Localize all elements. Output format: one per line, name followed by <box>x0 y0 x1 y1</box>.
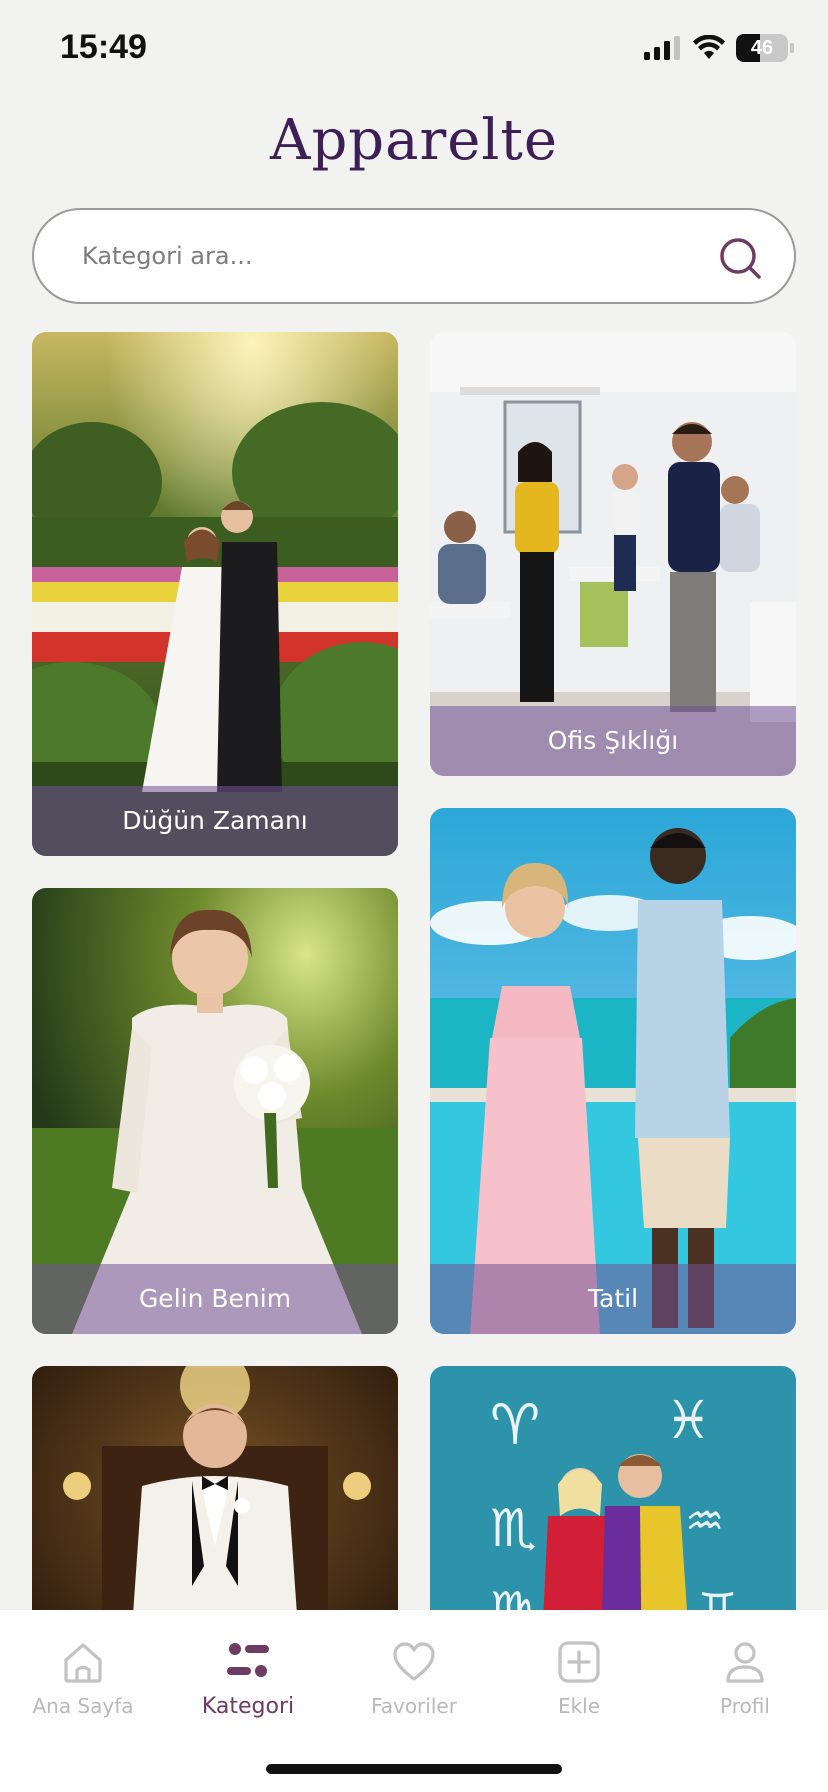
wifi-icon <box>693 35 725 59</box>
category-card-label: Gelin Benim <box>32 1264 398 1334</box>
category-card-wedding[interactable]: Düğün Zamanı <box>32 332 398 856</box>
nav-category[interactable]: Kategori <box>178 1628 318 1719</box>
category-card-bride[interactable]: Gelin Benim <box>32 888 398 1334</box>
home-indicator <box>266 1764 562 1774</box>
add-icon <box>558 1641 600 1683</box>
nav-label: Profil <box>720 1694 770 1718</box>
heart-icon <box>393 1642 435 1681</box>
app-logo: Apparelte <box>270 108 558 173</box>
category-card-vacation[interactable]: Tatil <box>430 808 796 1334</box>
nav-favorites[interactable]: Favoriler <box>344 1628 484 1718</box>
svg-text:♈: ♈ <box>490 1393 540 1458</box>
search-icon[interactable] <box>718 236 762 280</box>
status-time: 15:49 <box>60 28 147 66</box>
cellular-signal-icon <box>644 36 680 60</box>
nav-label: Ana Sayfa <box>32 1694 134 1718</box>
battery-level: 46 <box>750 36 774 59</box>
nav-profile[interactable]: Profil <box>675 1628 815 1718</box>
status-icons: 46 <box>644 34 794 62</box>
battery-tip <box>790 43 794 53</box>
svg-text:♏: ♏ <box>490 1499 537 1559</box>
category-card-office[interactable]: Ofis Şıklığı <box>430 332 796 776</box>
nav-label: Kategori <box>201 1694 295 1719</box>
nav-add[interactable]: Ekle <box>509 1628 649 1718</box>
category-card-label: Ofis Şıklığı <box>430 706 796 776</box>
nav-label: Ekle <box>557 1694 601 1718</box>
vacation-couple-image <box>430 808 796 1334</box>
status-bar: 15:49 46 <box>0 0 828 100</box>
search-input[interactable] <box>82 210 682 302</box>
nav-home[interactable]: Ana Sayfa <box>13 1628 153 1718</box>
svg-text:♒: ♒ <box>685 1496 724 1547</box>
wedding-couple-image <box>32 332 398 856</box>
category-icon <box>227 1643 269 1677</box>
category-card-label: Düğün Zamanı <box>32 786 398 856</box>
home-icon <box>64 1643 102 1683</box>
svg-text:♓: ♓ <box>665 1391 712 1451</box>
category-card-label: Tatil <box>430 1264 796 1334</box>
nav-label: Favoriler <box>371 1694 457 1718</box>
profile-icon <box>726 1642 764 1683</box>
search-bar <box>32 208 796 304</box>
battery-icon: 46 <box>736 34 788 62</box>
